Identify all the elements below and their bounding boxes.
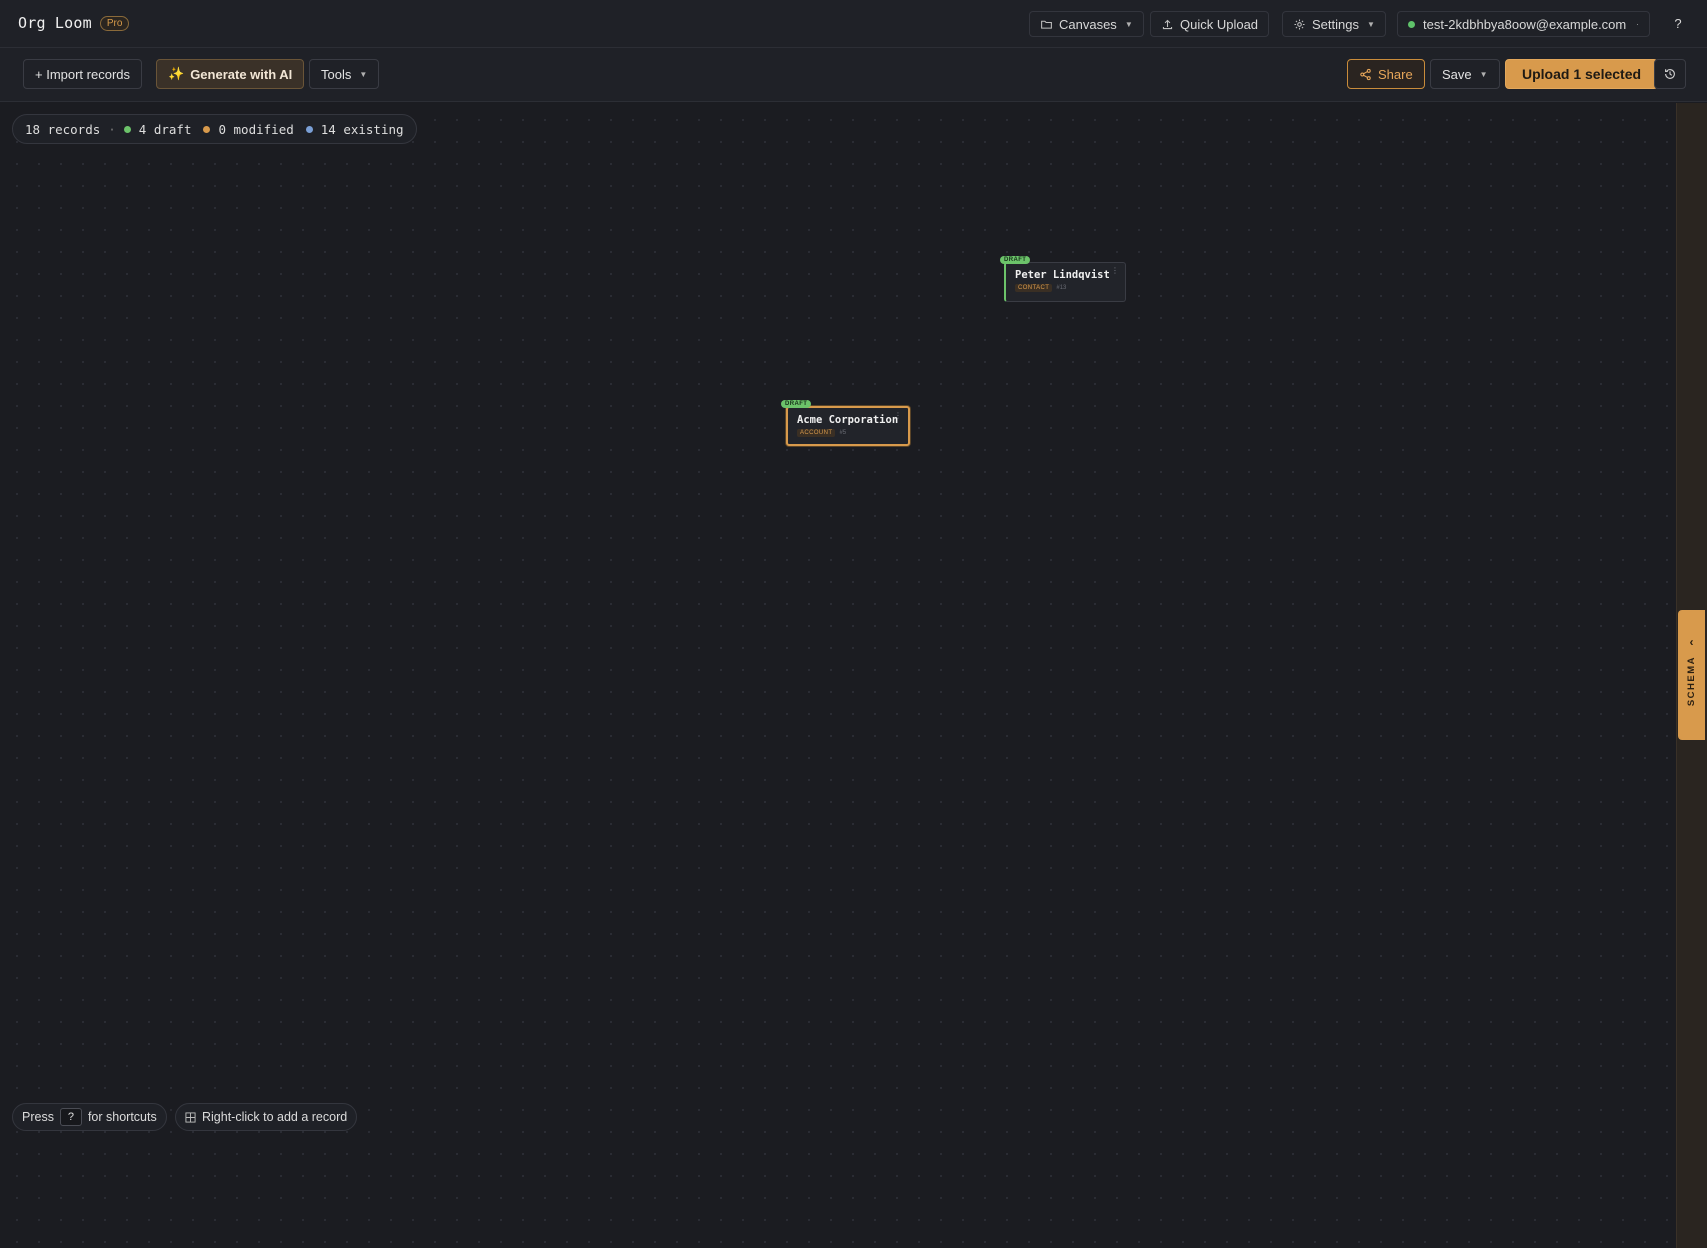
modified-count: 0 modified xyxy=(218,121,294,137)
press-label: Press xyxy=(22,1110,54,1124)
existing-dot-icon xyxy=(305,125,313,133)
canvas[interactable]: 18 records · 4 draft 0 modified 14 exist… xyxy=(0,103,1676,1248)
settings-label: Settings xyxy=(1312,16,1359,32)
modified-dot-icon xyxy=(203,125,211,133)
draft-count: 4 draft xyxy=(138,121,192,137)
record-stats: 18 records · 4 draft 0 modified 14 exist… xyxy=(12,114,417,144)
help-button[interactable]: ? xyxy=(1668,14,1688,34)
chevron-down-icon: ▼ xyxy=(1124,19,1133,29)
node-type-tag: ACCOUNT xyxy=(797,429,836,437)
sparkle-icon: ✨ xyxy=(168,66,185,81)
folder-icon xyxy=(1041,20,1052,29)
quick-upload-button[interactable]: Quick Upload xyxy=(1150,11,1270,37)
settings-button[interactable]: Settings ▼ xyxy=(1282,11,1386,37)
save-button[interactable]: Save ▼ xyxy=(1430,59,1500,89)
upload-selected-button[interactable]: Upload 1 selected xyxy=(1505,59,1659,89)
chevron-down-icon: ▼ xyxy=(1479,69,1488,79)
schema-label: SCHEMA xyxy=(1686,656,1697,707)
generate-ai-button[interactable]: ✨ Generate with AI xyxy=(156,59,305,89)
toolbar: + Import records ✨ Generate with AI Tool… xyxy=(0,48,1707,102)
upload-icon xyxy=(1162,19,1173,29)
chevron-down-icon: ▼ xyxy=(359,69,368,79)
history-icon xyxy=(1665,69,1675,79)
right-click-hint: Right-click to add a record xyxy=(202,1110,348,1124)
import-records-button[interactable]: + Import records xyxy=(23,59,143,89)
shortcuts-hint: Press ? for shortcuts xyxy=(12,1103,167,1131)
generate-ai-label: Generate with AI xyxy=(190,66,293,82)
separator: · xyxy=(108,121,116,137)
chevron-left-icon: ‹ xyxy=(1689,635,1694,649)
node-menu-icon[interactable]: ⋮ xyxy=(894,411,902,420)
node-title: Peter Lindqvist xyxy=(1015,269,1110,281)
history-button[interactable] xyxy=(1654,59,1686,89)
draft-badge: DRAFT xyxy=(1000,256,1031,264)
shortcut-key: ? xyxy=(59,1108,82,1126)
plan-badge: Pro xyxy=(99,15,130,31)
add-record-hint: Right-click to add a record xyxy=(175,1103,358,1131)
quick-upload-label: Quick Upload xyxy=(1180,16,1259,32)
node-id: #5 xyxy=(839,430,847,436)
schema-panel-toggle[interactable]: ‹ SCHEMA xyxy=(1678,610,1705,740)
brand: Org Loom Pro xyxy=(18,14,130,32)
app-header: Org Loom Pro Canvases ▼ Quick Upload Set… xyxy=(0,0,1707,48)
canvases-label: Canvases xyxy=(1059,16,1117,32)
shortcuts-suffix: for shortcuts xyxy=(87,1110,157,1124)
grid-icon xyxy=(185,1111,196,1123)
record-node-account[interactable]: DRAFT Acme Corporation ACCOUNT #5 ⋮ xyxy=(781,400,910,446)
user-email: test-2kdbhbya8oow@example.com xyxy=(1423,16,1627,32)
tools-button[interactable]: Tools ▼ xyxy=(309,59,380,89)
records-count: 18 records xyxy=(25,121,101,137)
share-label: Share xyxy=(1378,66,1413,82)
tools-label: Tools xyxy=(321,66,352,82)
existing-count: 14 existing xyxy=(320,121,404,137)
online-status-icon xyxy=(1408,20,1415,28)
record-node-contact[interactable]: DRAFT Peter Lindqvist CONTACT #13 ⋮ xyxy=(1000,256,1126,302)
node-type-tag: CONTACT xyxy=(1015,284,1053,292)
app-name: Org Loom xyxy=(18,14,92,32)
canvases-button[interactable]: Canvases ▼ xyxy=(1029,11,1144,37)
share-button[interactable]: Share xyxy=(1347,59,1425,89)
chevron-down-icon: · xyxy=(1636,19,1639,29)
draft-dot-icon xyxy=(123,125,131,133)
share-icon xyxy=(1360,68,1371,80)
node-menu-icon[interactable]: ⋮ xyxy=(1111,266,1119,275)
gear-icon xyxy=(1294,18,1305,30)
draft-badge: DRAFT xyxy=(781,400,812,408)
node-title: Acme Corporation xyxy=(797,414,899,426)
chevron-down-icon: ▼ xyxy=(1366,19,1375,29)
save-label: Save xyxy=(1442,66,1472,82)
user-menu-button[interactable]: test-2kdbhbya8oow@example.com · xyxy=(1397,11,1650,37)
node-id: #13 xyxy=(1056,285,1067,291)
